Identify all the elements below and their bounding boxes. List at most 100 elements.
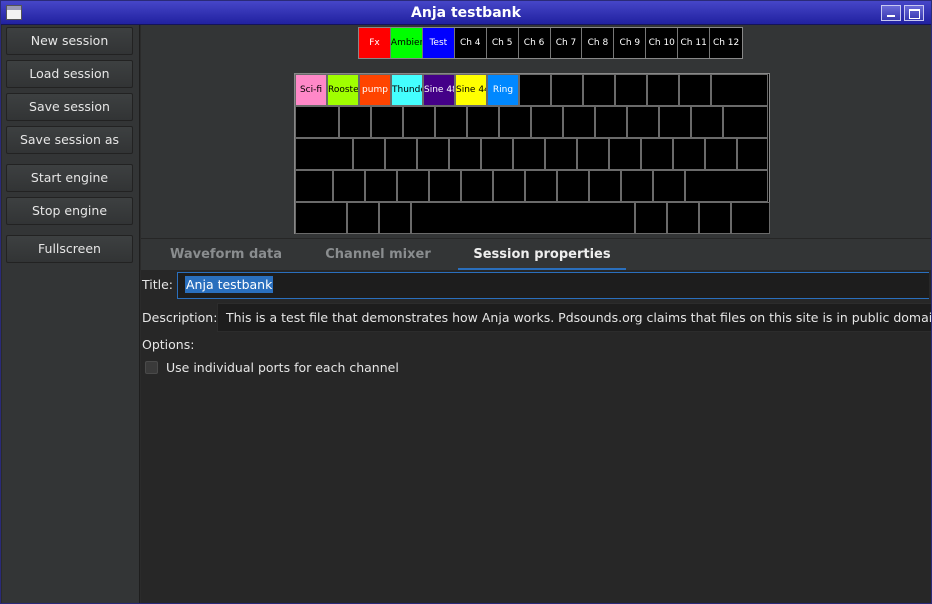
channel-button[interactable]: Ch 12 (710, 28, 743, 58)
keyboard-key[interactable] (723, 106, 768, 138)
keyboard-key[interactable] (589, 170, 621, 202)
keyboard-key[interactable] (347, 202, 379, 234)
channel-button[interactable]: Ch 9 (614, 28, 647, 58)
keyboard-key[interactable] (513, 138, 545, 170)
title-input[interactable]: Anja testbank (177, 272, 929, 299)
keyboard-key[interactable] (481, 138, 513, 170)
channel-button[interactable]: Ch 6 (518, 28, 551, 58)
keyboard-key[interactable]: pump (359, 74, 391, 106)
channel-button[interactable]: Test (422, 28, 455, 58)
keyboard-key[interactable] (667, 202, 699, 234)
keyboard-key[interactable] (379, 202, 411, 234)
keyboard-key[interactable] (371, 106, 403, 138)
minimize-button[interactable] (881, 5, 901, 21)
keyboard-key[interactable] (627, 106, 659, 138)
start-engine-button[interactable]: Start engine (6, 164, 133, 192)
keyboard-key[interactable] (577, 138, 609, 170)
keyboard-key[interactable]: Sci-fi (295, 74, 327, 106)
channel-button[interactable]: Fx (359, 28, 391, 58)
keyboard-key[interactable] (609, 138, 641, 170)
title-bar[interactable]: Anja testbank (1, 1, 931, 25)
keyboard-key[interactable] (493, 170, 525, 202)
keyboard-key[interactable] (417, 138, 449, 170)
keyboard-key[interactable]: Sine 44 (455, 74, 487, 106)
keyboard-key[interactable] (615, 74, 647, 106)
keyboard-key[interactable] (333, 170, 365, 202)
keyboard-key[interactable] (705, 138, 737, 170)
keyboard-key[interactable] (545, 138, 577, 170)
keyboard-key[interactable] (295, 138, 353, 170)
keyboard-key[interactable] (531, 106, 563, 138)
stop-engine-button[interactable]: Stop engine (6, 197, 133, 225)
keyboard-key[interactable] (449, 138, 481, 170)
keyboard-key[interactable] (563, 106, 595, 138)
keyboard-key[interactable] (339, 106, 371, 138)
tab-session-properties[interactable]: Session properties (458, 239, 626, 271)
channel-button[interactable]: Ch 5 (486, 28, 519, 58)
keyboard-key[interactable] (595, 106, 627, 138)
keyboard-key[interactable] (365, 170, 397, 202)
keyboard-key[interactable] (641, 138, 673, 170)
keyboard-key[interactable] (385, 138, 417, 170)
channel-button[interactable]: Ch 10 (646, 28, 679, 58)
keyboard-key[interactable] (295, 202, 347, 234)
keyboard-key[interactable] (653, 170, 685, 202)
tab-bar: Waveform data Channel mixer Session prop… (141, 238, 931, 271)
keyboard-key[interactable] (557, 170, 589, 202)
keyboard-key[interactable] (295, 170, 333, 202)
keyboard-key[interactable] (403, 106, 435, 138)
new-session-button[interactable]: New session (6, 27, 133, 55)
keyboard-key[interactable] (429, 170, 461, 202)
description-field[interactable]: This is a test file that demonstrates ho… (217, 303, 931, 332)
window-title: Anja testbank (411, 5, 521, 21)
keyboard-key[interactable]: Thunder (391, 74, 423, 106)
keyboard-key[interactable] (673, 138, 705, 170)
fullscreen-button[interactable]: Fullscreen (6, 235, 133, 263)
options-label: Options: (142, 337, 195, 352)
tab-waveform-data[interactable]: Waveform data (141, 239, 311, 271)
keyboard-key[interactable] (467, 106, 499, 138)
keyboard-key[interactable] (731, 202, 770, 234)
keyboard-key[interactable] (551, 74, 583, 106)
keyboard-key[interactable]: Sine 48 (423, 74, 455, 106)
top-area: FxAmbientTestCh 4Ch 5Ch 6Ch 7Ch 8Ch 9Ch … (141, 25, 931, 238)
keyboard-key[interactable] (397, 170, 429, 202)
load-session-button[interactable]: Load session (6, 60, 133, 88)
channel-button[interactable]: Ch 4 (454, 28, 487, 58)
keyboard-key[interactable] (635, 202, 667, 234)
keyboard-key[interactable]: Rooster (327, 74, 359, 106)
channel-button[interactable]: Ch 8 (582, 28, 615, 58)
channel-button[interactable]: Ch 11 (678, 28, 711, 58)
keyboard-key[interactable] (711, 74, 768, 106)
keyboard-key[interactable] (461, 170, 493, 202)
individual-ports-label[interactable]: Use individual ports for each channel (166, 360, 399, 375)
keyboard-key[interactable] (659, 106, 691, 138)
keyboard-key[interactable] (435, 106, 467, 138)
maximize-button[interactable] (904, 5, 924, 21)
keyboard-key[interactable] (679, 74, 711, 106)
keyboard-key[interactable] (583, 74, 615, 106)
keyboard-key[interactable] (411, 202, 635, 234)
keyboard-key[interactable] (525, 170, 557, 202)
session-properties-panel: Title: Anja testbank Description: This i… (141, 270, 931, 603)
save-session-as-button[interactable]: Save session as (6, 126, 133, 154)
keyboard-key[interactable] (685, 170, 768, 202)
keyboard-key[interactable] (699, 202, 731, 234)
channel-button[interactable]: Ambient (390, 28, 423, 58)
keyboard-key[interactable] (353, 138, 385, 170)
keyboard-key[interactable] (295, 106, 339, 138)
title-label: Title: (142, 277, 173, 292)
keyboard-key[interactable] (621, 170, 653, 202)
save-session-button[interactable]: Save session (6, 93, 133, 121)
individual-ports-checkbox[interactable] (145, 361, 158, 374)
sidebar: New session Load session Save session Sa… (2, 25, 140, 603)
keyboard-key[interactable] (499, 106, 531, 138)
keyboard-key[interactable]: Ring (487, 74, 519, 106)
channel-button[interactable]: Ch 7 (550, 28, 583, 58)
tab-channel-mixer[interactable]: Channel mixer (311, 239, 445, 271)
keyboard-key[interactable] (647, 74, 679, 106)
keyboard-key[interactable] (519, 74, 551, 106)
keyboard-key[interactable] (737, 138, 768, 170)
keyboard-key[interactable] (691, 106, 723, 138)
main-window: Anja testbank New session Load session S… (0, 0, 932, 604)
